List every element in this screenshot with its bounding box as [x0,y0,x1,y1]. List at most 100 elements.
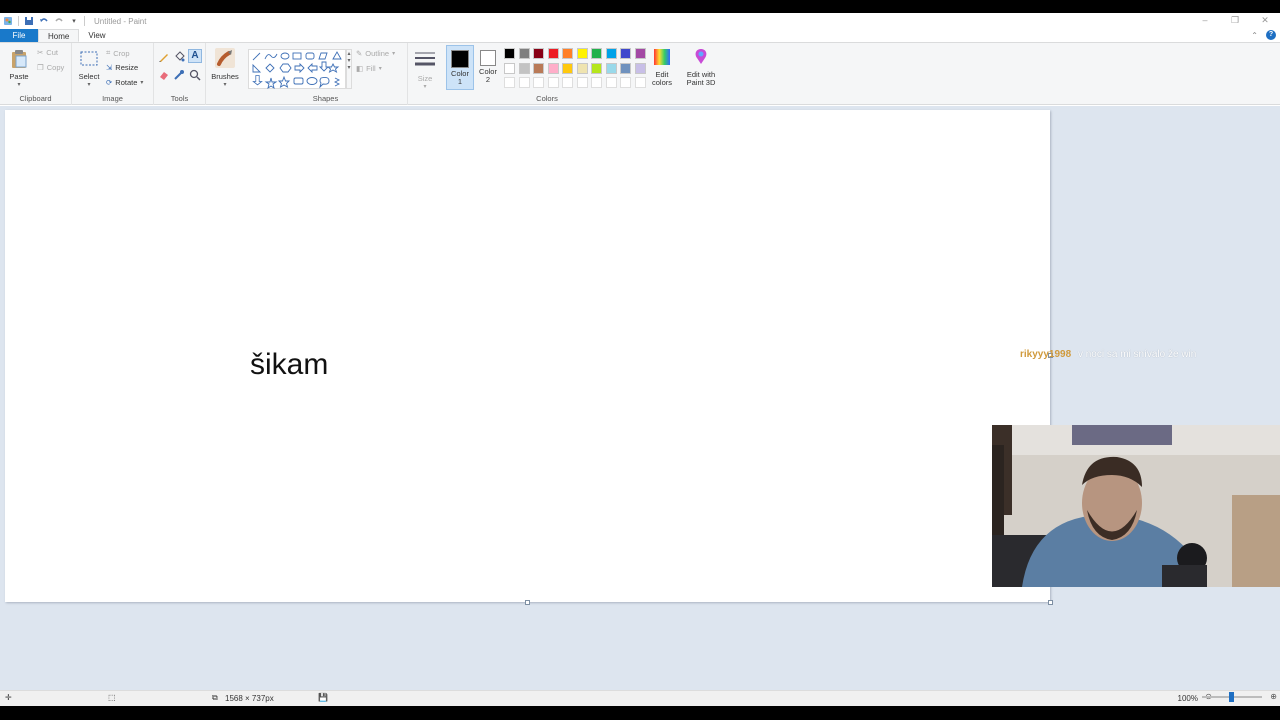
palette-swatch[interactable] [547,48,559,59]
status-bar: ✛ ⬚ ⧉ 1568 × 737px 💾 100% ⊖ ⊕ [0,690,1280,706]
image-group-label: Image [102,94,123,103]
paste-label: Paste [9,72,29,81]
shapes-scroll-icon[interactable]: ▴ ▾ ▾ [346,49,352,89]
size-button[interactable]: Size ▾ [413,49,437,91]
help-icon[interactable]: ? [1266,30,1276,40]
brushes-label: Brushes [211,72,239,81]
palette-swatch[interactable] [591,77,602,88]
crop-button[interactable]: ⌗ Crop [106,48,130,58]
palette-swatch[interactable] [576,62,588,74]
zoom-in-icon[interactable]: ⊕ [1270,692,1277,701]
window-controls: – ❐ ✕ [1190,13,1280,29]
pencil-icon[interactable] [158,51,170,65]
zoom-slider-thumb[interactable] [1229,692,1234,702]
canvas-text[interactable]: šikam [250,348,328,382]
edit-colors-button[interactable]: Edit colors [648,47,676,87]
edit-paint3d-button[interactable]: Edit with Paint 3D [682,47,720,87]
shapes-group: ▴ ▾ ▾ ✎ Outline ▾ ◧ Fill ▾ Shapes [244,43,408,105]
palette-swatch[interactable] [518,62,530,74]
shapes-grid-icon [252,51,342,90]
drawing-canvas[interactable]: šikam [5,110,1050,602]
cut-button[interactable]: ✂ Cut [37,48,58,57]
palette-swatch[interactable] [533,62,544,74]
paint-window: ▾ Untitled - Paint – ❐ ✕ File Home View … [0,13,1280,706]
palette-swatch[interactable] [591,48,602,59]
palette-swatch[interactable] [620,48,631,59]
paint-app-icon [3,16,13,26]
colors-group-label: Colors [536,94,558,103]
minimize-icon[interactable]: – [1190,13,1220,29]
tab-file[interactable]: File [0,29,38,42]
title-bar: ▾ Untitled - Paint – ❐ ✕ [0,13,1280,29]
colors-group: Color 1 Color 2 Edit colors Edit with Pa… [442,43,722,105]
palette-swatch[interactable] [504,48,515,59]
palette-swatch[interactable] [504,77,515,88]
tab-view[interactable]: View [79,29,114,42]
palette-swatch[interactable] [605,48,617,59]
crop-label: Crop [113,48,130,58]
redo-icon[interactable] [54,16,64,26]
palette-swatch[interactable] [634,77,646,88]
paste-icon [9,49,29,71]
brushes-button[interactable]: Brushes ▾ [210,47,240,89]
palette-swatch[interactable] [547,62,559,74]
fill-label: Fill [366,64,376,73]
fill-button[interactable]: ◧ Fill ▾ [356,64,382,73]
close-icon[interactable]: ✕ [1250,13,1280,29]
palette-swatch[interactable] [620,62,631,74]
paste-button[interactable]: Paste ▾ [6,49,32,89]
palette-swatch[interactable] [562,62,573,74]
customize-qat-icon[interactable]: ▾ [69,16,79,26]
palette-swatch[interactable] [576,77,588,88]
tab-home[interactable]: Home [38,29,80,42]
color1-button[interactable]: Color 1 [446,45,474,90]
palette-swatch[interactable] [518,77,530,88]
palette-swatch[interactable] [518,48,530,59]
select-button[interactable]: Select ▾ [77,49,101,89]
resize-button[interactable]: ⇲ Resize [106,63,138,72]
rotate-button[interactable]: ⟳ Rotate ▾ [106,78,143,87]
fill-bucket-icon[interactable] [173,51,185,65]
color-picker-icon[interactable] [173,69,185,83]
outline-label: Outline [365,49,390,58]
outline-button[interactable]: ✎ Outline ▾ [356,49,395,58]
palette-swatch[interactable] [634,62,646,74]
palette-swatch[interactable] [620,77,631,88]
palette-swatch[interactable] [576,48,588,59]
canvas-workspace[interactable]: šikam rikyyy1998 v noci sa mi snívalo že… [0,106,1280,690]
palette-swatch[interactable] [562,48,573,59]
scissors-icon: ✂ [37,48,44,57]
resize-handle-bottom[interactable] [525,600,530,605]
magnifier-icon[interactable] [189,69,201,83]
text-tool-icon[interactable]: A [188,49,202,63]
paint3d-icon [691,47,711,69]
palette-swatch[interactable] [605,77,617,88]
color2-button[interactable]: Color 2 [476,45,500,84]
eraser-icon[interactable] [158,69,170,83]
copy-button[interactable]: ❐ Copy [37,63,64,72]
clipboard-group-label: Clipboard [19,94,52,103]
edit-paint3d-label: Edit with Paint 3D [686,70,716,87]
clipboard-group: Paste ▾ ✂ Cut ❐ Copy Clipboard [0,43,72,105]
palette-swatch[interactable] [591,62,602,74]
undo-icon[interactable] [39,16,49,26]
image-group: Select ▾ ⌗ Crop ⇲ Resize ⟳ Rotate ▾ Imag… [72,43,154,105]
palette-swatch[interactable] [605,62,617,74]
webcam-overlay [992,425,1280,587]
size-label: Size [417,74,433,83]
palette-swatch[interactable] [562,77,573,88]
palette-swatch[interactable] [533,48,544,59]
shapes-gallery[interactable] [248,49,346,90]
minimize-ribbon-icon[interactable]: ⌃ [1251,31,1258,40]
file-size-icon: 💾 [318,693,328,702]
save-icon[interactable] [24,16,34,26]
restore-icon[interactable]: ❐ [1220,13,1250,29]
chat-overlay: rikyyy1998 v noci sa mi snívalo že win [1020,349,1196,360]
shapes-group-label: Shapes [312,94,339,103]
rotate-icon: ⟳ [106,78,113,87]
resize-handle-corner[interactable] [1048,600,1053,605]
palette-swatch[interactable] [547,77,559,88]
palette-swatch[interactable] [634,48,646,59]
palette-swatch[interactable] [533,77,544,88]
palette-swatch[interactable] [504,62,515,74]
